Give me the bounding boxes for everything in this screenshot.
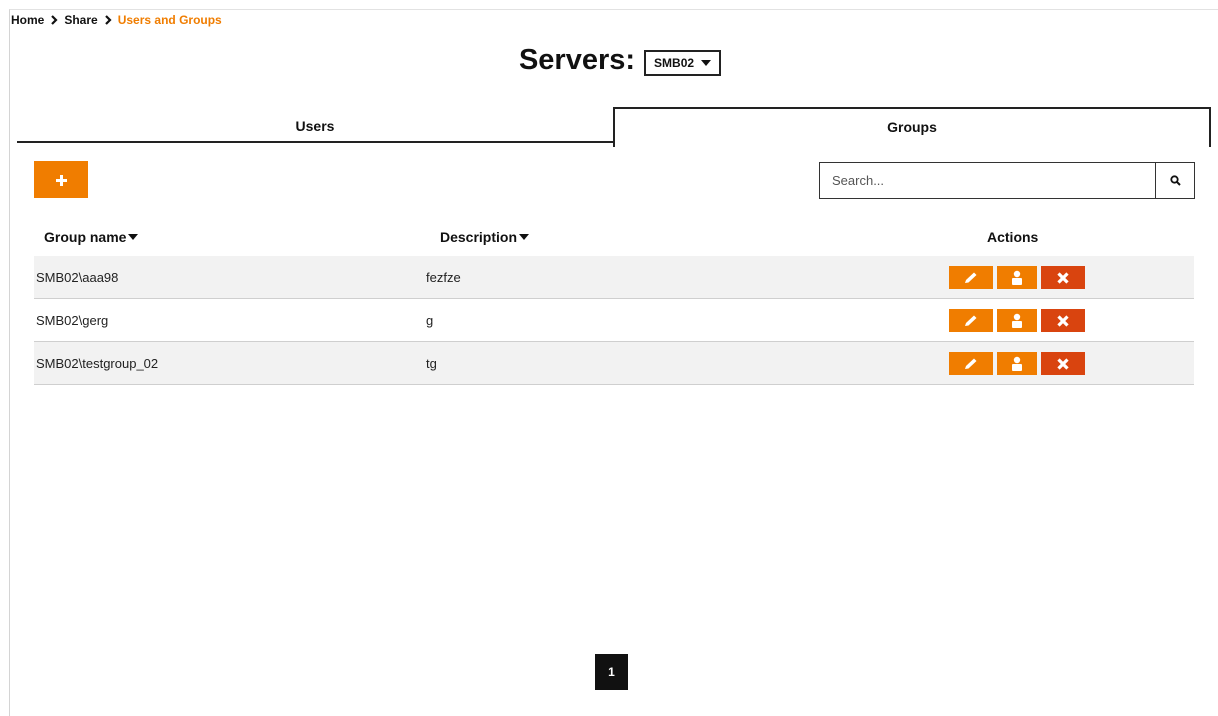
- search-button[interactable]: [1155, 163, 1194, 198]
- add-group-button[interactable]: [34, 161, 88, 198]
- tab-users-label: Users: [295, 117, 335, 134]
- column-header-actions: Actions: [987, 229, 1039, 245]
- description-cell: g: [426, 312, 434, 328]
- user-icon: [1012, 313, 1022, 328]
- server-dropdown[interactable]: SMB02: [644, 49, 722, 76]
- column-header-description[interactable]: Description: [440, 229, 530, 245]
- close-icon: [1057, 357, 1069, 370]
- description-cell: fezfze: [426, 269, 461, 285]
- tab-groups[interactable]: Groups: [613, 107, 1211, 147]
- group-name-cell: SMB02\gerg: [36, 312, 109, 328]
- edit-button[interactable]: [949, 352, 993, 375]
- servers-label: Servers:: [518, 44, 636, 76]
- table-row: SMB02\gerg g: [34, 299, 1194, 342]
- server-selector: Servers: SMB02: [0, 44, 1218, 77]
- group-name-cell: SMB02\testgroup_02: [36, 355, 159, 371]
- tab-users[interactable]: Users: [17, 108, 613, 143]
- row-actions: [949, 309, 1085, 332]
- user-icon: [1012, 356, 1022, 371]
- delete-button[interactable]: [1041, 266, 1085, 289]
- table-row: SMB02\testgroup_02 tg: [34, 342, 1194, 385]
- search-box: [819, 162, 1195, 199]
- table-header: Group name Description Actions: [34, 218, 1194, 256]
- user-icon: [1012, 270, 1022, 285]
- pencil-icon: [965, 272, 977, 283]
- description-cell: tg: [426, 355, 437, 371]
- chevron-right-icon: [51, 15, 58, 25]
- breadcrumb-share[interactable]: Share: [64, 13, 97, 27]
- close-icon: [1057, 314, 1069, 327]
- row-actions: [949, 266, 1085, 289]
- table-row: SMB02\aaa98 fezfze: [34, 256, 1194, 299]
- chevron-right-icon: [104, 15, 112, 25]
- search-icon: [1169, 175, 1181, 186]
- delete-button[interactable]: [1041, 352, 1085, 375]
- search-input[interactable]: [820, 163, 1155, 198]
- row-actions: [949, 352, 1085, 375]
- pencil-icon: [965, 315, 977, 326]
- breadcrumb-home[interactable]: Home: [11, 13, 44, 27]
- sort-down-icon: [519, 234, 530, 240]
- groups-table: Group name Description Actions SMB02\aaa…: [34, 218, 1194, 385]
- server-dropdown-value: SMB02: [654, 55, 695, 70]
- delete-button[interactable]: [1041, 309, 1085, 332]
- pencil-icon: [965, 358, 977, 369]
- group-name-cell: SMB02\aaa98: [36, 269, 119, 285]
- tab-groups-label: Groups: [887, 119, 937, 135]
- caret-down-icon: [701, 59, 712, 66]
- members-button[interactable]: [997, 352, 1037, 375]
- plus-icon: [56, 174, 67, 186]
- column-label: Description: [440, 229, 518, 245]
- members-button[interactable]: [997, 266, 1037, 289]
- edit-button[interactable]: [949, 309, 993, 332]
- sort-down-icon: [128, 234, 139, 240]
- breadcrumb: Home Share Users and Groups: [11, 13, 222, 27]
- edit-button[interactable]: [949, 266, 993, 289]
- close-icon: [1057, 271, 1069, 284]
- column-header-group-name[interactable]: Group name: [44, 229, 139, 245]
- pagination-page-1[interactable]: 1: [595, 654, 628, 690]
- breadcrumb-current: Users and Groups: [117, 13, 222, 27]
- members-button[interactable]: [997, 309, 1037, 332]
- column-label: Group name: [44, 229, 127, 245]
